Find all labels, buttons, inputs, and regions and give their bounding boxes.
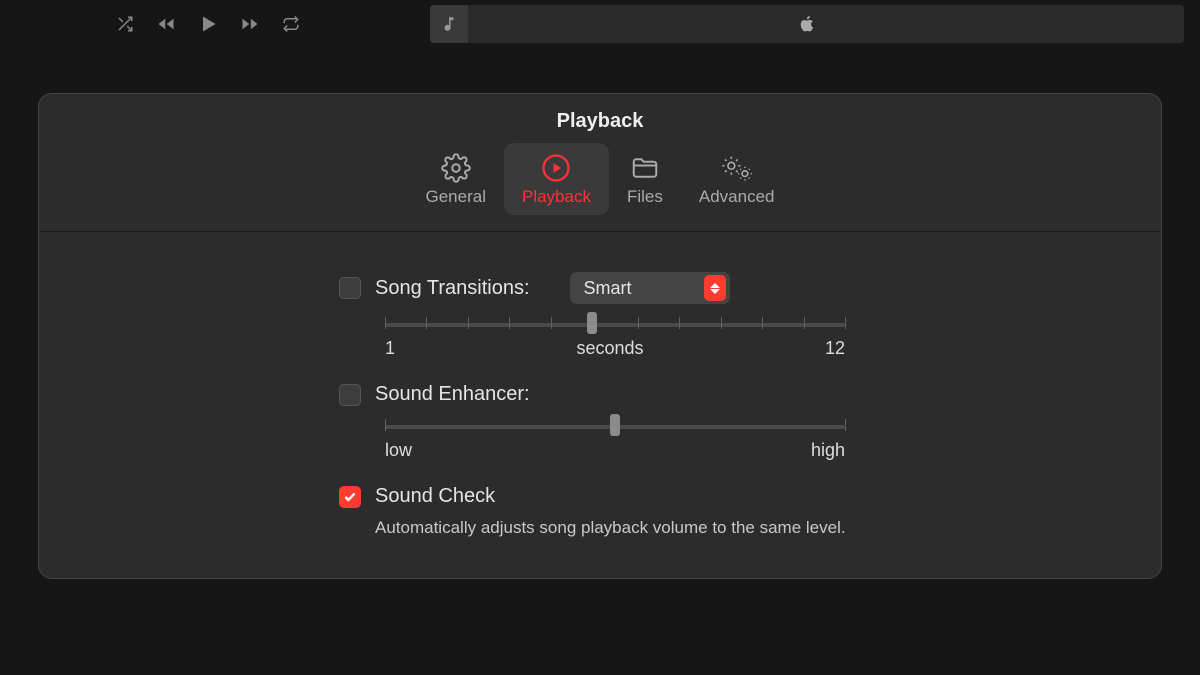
music-note-icon bbox=[430, 5, 468, 43]
tab-label: Playback bbox=[522, 187, 591, 207]
song-transitions-label: Song Transitions: bbox=[375, 277, 530, 300]
enhancer-slider-labels: low high bbox=[385, 440, 845, 461]
dropdown-value: Smart bbox=[584, 278, 704, 299]
song-transitions-dropdown[interactable]: Smart bbox=[570, 272, 730, 304]
sound-enhancer-row: Sound Enhancer: bbox=[339, 383, 1081, 406]
tab-files[interactable]: Files bbox=[609, 143, 681, 215]
slider-handle[interactable] bbox=[587, 312, 597, 334]
tab-label: Files bbox=[627, 187, 663, 207]
sound-enhancer-checkbox[interactable] bbox=[339, 384, 361, 406]
panel-title: Playback bbox=[39, 94, 1161, 143]
settings-body: Song Transitions: Smart 1 seconds 12 bbox=[39, 232, 1161, 538]
play-circle-icon bbox=[541, 151, 571, 185]
dropdown-stepper-icon bbox=[704, 275, 726, 301]
top-bar bbox=[0, 0, 1200, 48]
repeat-icon[interactable] bbox=[282, 15, 300, 33]
lcd-display bbox=[430, 5, 1184, 43]
slider-min-label: low bbox=[385, 440, 412, 461]
apple-logo-icon bbox=[798, 14, 816, 34]
sound-check-checkbox[interactable] bbox=[339, 486, 361, 508]
tab-playback[interactable]: Playback bbox=[504, 143, 609, 215]
slider-max-label: 12 bbox=[825, 338, 845, 359]
song-transitions-row: Song Transitions: Smart bbox=[339, 272, 1081, 304]
gears-icon bbox=[720, 151, 754, 185]
sound-check-row: Sound Check bbox=[339, 485, 1081, 508]
slider-handle[interactable] bbox=[610, 414, 620, 436]
tab-advanced[interactable]: Advanced bbox=[681, 143, 793, 215]
fast-forward-icon[interactable] bbox=[240, 15, 260, 33]
transport-controls bbox=[116, 13, 300, 35]
slider-center-label: seconds bbox=[395, 338, 825, 359]
tab-label: General bbox=[426, 187, 486, 207]
tab-bar: General Playback Files Advanced bbox=[39, 143, 1161, 232]
slider-max-label: high bbox=[811, 440, 845, 461]
tab-general[interactable]: General bbox=[408, 143, 504, 215]
shuffle-icon[interactable] bbox=[116, 15, 134, 33]
gear-icon bbox=[441, 151, 471, 185]
enhancer-slider-block: low high bbox=[385, 416, 1081, 461]
sound-check-label: Sound Check bbox=[375, 485, 495, 508]
transitions-slider[interactable] bbox=[385, 314, 845, 332]
rewind-icon[interactable] bbox=[156, 15, 176, 33]
tab-label: Advanced bbox=[699, 187, 775, 207]
folder-icon bbox=[630, 151, 660, 185]
transitions-slider-labels: 1 seconds 12 bbox=[385, 338, 845, 359]
slider-min-label: 1 bbox=[385, 338, 395, 359]
song-transitions-checkbox[interactable] bbox=[339, 277, 361, 299]
transitions-slider-block: 1 seconds 12 bbox=[385, 314, 1081, 359]
sound-enhancer-label: Sound Enhancer: bbox=[375, 383, 530, 406]
enhancer-slider[interactable] bbox=[385, 416, 845, 434]
sound-check-description: Automatically adjusts song playback volu… bbox=[375, 518, 1081, 538]
preferences-panel: Playback General Playback Files Advanced bbox=[38, 93, 1162, 579]
play-icon[interactable] bbox=[198, 13, 218, 35]
